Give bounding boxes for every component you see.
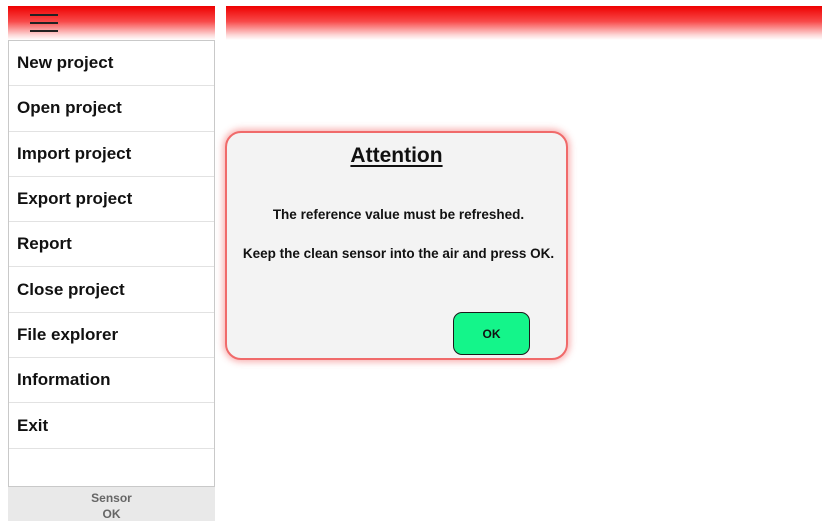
- dialog-title: Attention: [350, 144, 443, 167]
- menu-item-open-project[interactable]: Open project: [9, 86, 214, 132]
- dialog-message-refresh: The reference value must be refreshed.: [272, 207, 525, 222]
- sensor-status-title: Sensor: [91, 491, 132, 505]
- menu-item-import-project[interactable]: Import project: [9, 132, 214, 177]
- app-window: New project Open project Import project …: [0, 0, 822, 521]
- hamburger-menu-icon[interactable]: [30, 9, 58, 35]
- sensor-status: Sensor OK: [8, 487, 215, 521]
- dialog-message-instruction: Keep the clean sensor into the air and p…: [242, 246, 555, 261]
- hamburger-line: [30, 30, 58, 32]
- side-menu: New project Open project Import project …: [8, 40, 215, 487]
- menu-item-close-project[interactable]: Close project: [9, 267, 214, 313]
- top-bar: [226, 6, 822, 40]
- menu-item-information[interactable]: Information: [9, 358, 214, 404]
- menu-item-export-project[interactable]: Export project: [9, 177, 214, 223]
- attention-dialog: Attention The reference value must be re…: [225, 131, 568, 360]
- menu-item-report[interactable]: Report: [9, 222, 214, 268]
- menu-item-exit[interactable]: Exit: [9, 403, 214, 449]
- menu-item-file-explorer[interactable]: File explorer: [9, 313, 214, 359]
- sidebar-header: [8, 6, 215, 40]
- sensor-status-value: OK: [102, 507, 121, 521]
- menu-item-new-project[interactable]: New project: [9, 41, 214, 87]
- hamburger-line: [30, 14, 58, 16]
- hamburger-line: [30, 22, 58, 24]
- ok-button[interactable]: OK: [453, 312, 530, 355]
